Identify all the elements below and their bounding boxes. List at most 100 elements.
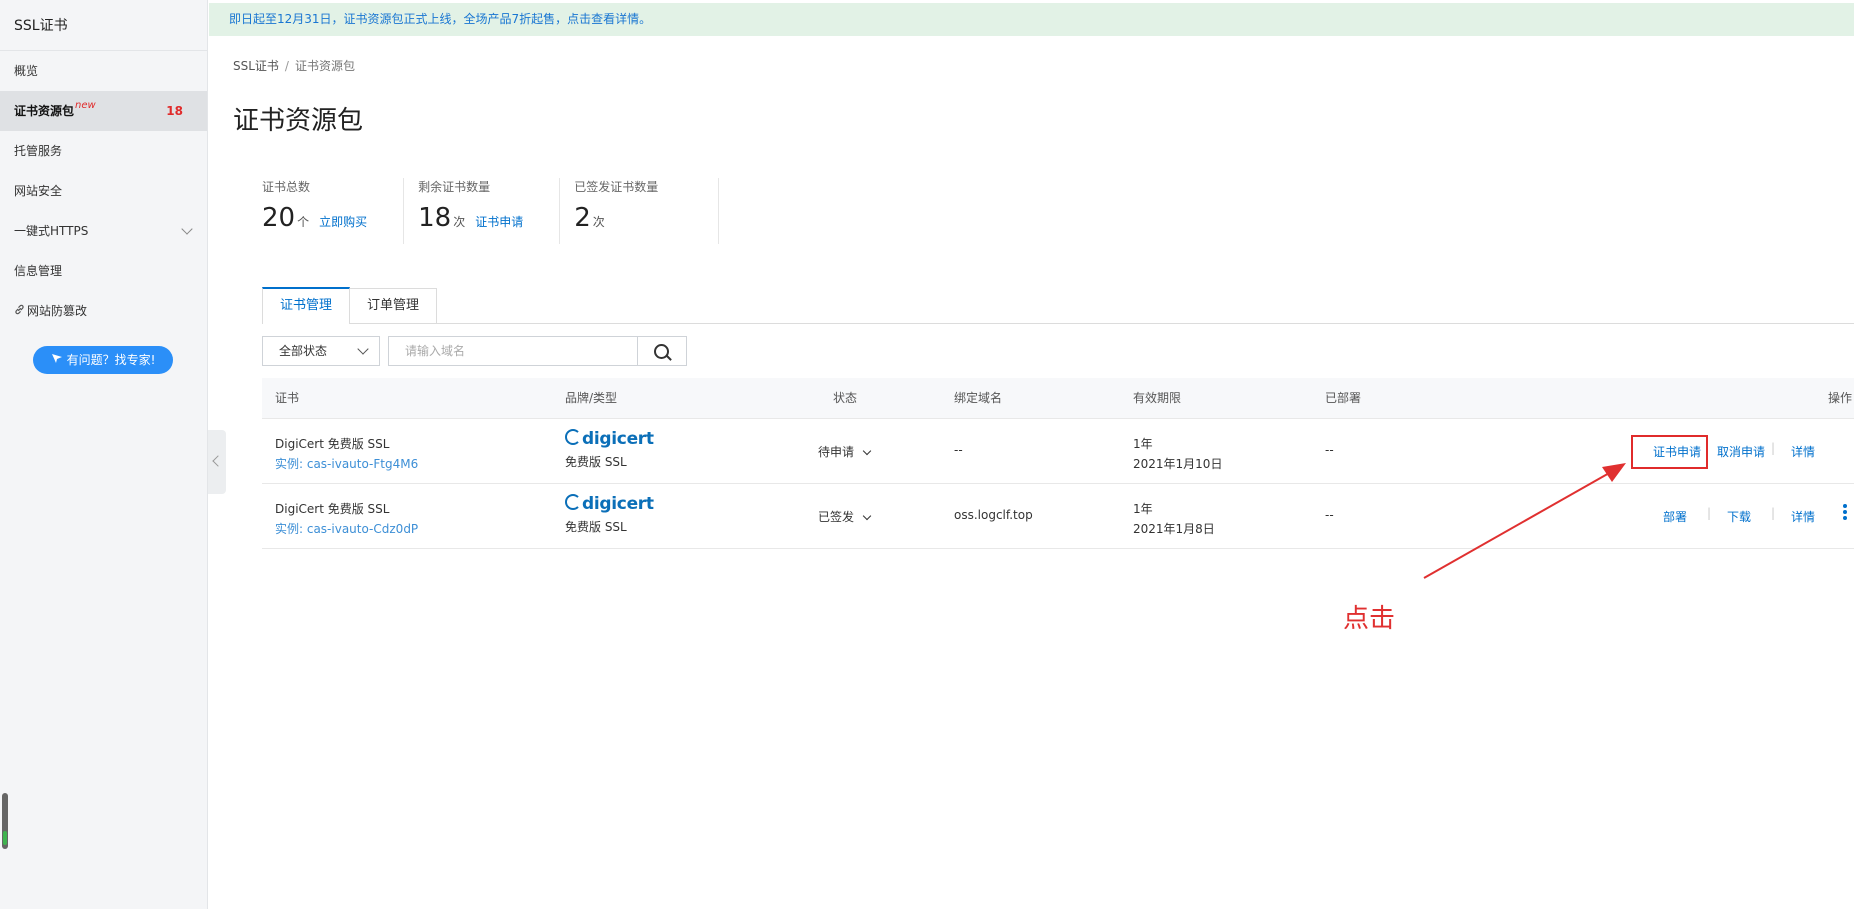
domain-search-input[interactable] (388, 336, 638, 366)
sidebar-item-label: 网站防篡改 (27, 304, 88, 318)
sidebar-item-anti-tamper[interactable]: 网站防篡改 (0, 291, 207, 331)
sidebar-item-label: 信息管理 (14, 264, 63, 278)
sidebar-item-hosting[interactable]: 托管服务 (0, 131, 207, 171)
cert-instance-link[interactable]: 实例: cas-ivauto-Ftg4M6 (275, 455, 418, 472)
column-header: 操作 (1828, 391, 1853, 405)
announcement-banner[interactable]: 即日起至12月31日，证书资源包正式上线，全场产品7折起售，点击查看详情。 (209, 3, 1854, 36)
column-header: 已部署 (1325, 391, 1362, 405)
deploy-button[interactable]: 部署 (1663, 508, 1687, 525)
sidebar-item-label: 托管服务 (14, 144, 63, 158)
announcement-text: 即日起至12月31日，证书资源包正式上线，全场产品7折起售，点击查看详情。 (229, 12, 652, 26)
details-button[interactable]: 详情 (1791, 508, 1815, 525)
filter-bar: 全部状态 (262, 336, 687, 366)
digicert-logo-text: digicert (582, 494, 654, 514)
bound-domain: -- (954, 443, 963, 457)
sidebar-item-label: 一键式HTTPS (14, 224, 89, 238)
download-button[interactable]: 下载 (1727, 508, 1751, 525)
table-row: DigiCert 免费版 SSL 实例: cas-ivauto-Cdz0dP d… (262, 484, 1854, 549)
stat-value: 18 (418, 203, 452, 233)
validity-period: 1年 (1133, 502, 1153, 516)
breadcrumb: SSL证书 / 证书资源包 (233, 57, 355, 74)
tab-bar: 证书管理 订单管理 (262, 287, 1854, 324)
sidebar-item-overview[interactable]: 概览 (0, 51, 207, 91)
action-separator: | (1771, 506, 1776, 520)
breadcrumb-root[interactable]: SSL证书 (233, 59, 279, 73)
sidebar-item-label: 概览 (14, 64, 39, 78)
bound-domain: oss.logclf.top (954, 508, 1033, 522)
table-header: 证书 品牌/类型 状态 绑定域名 有效期限 已部署 操作 (262, 378, 1854, 419)
link-icon (14, 291, 25, 331)
digicert-logo: digicert (565, 429, 654, 449)
bird-icon (51, 346, 63, 374)
sidebar-item-label: 网站安全 (14, 184, 63, 198)
chevron-down-icon (862, 446, 872, 456)
deployed-value: -- (1325, 443, 1334, 457)
sidebar-item-cert-package[interactable]: 证书资源包new 18 (0, 91, 207, 131)
column-header: 有效期限 (1133, 391, 1182, 405)
cert-type: 免费版 SSL (565, 520, 627, 534)
column-header: 品牌/类型 (565, 391, 618, 405)
status-text: 待申请 (818, 445, 855, 459)
column-header: 状态 (833, 391, 858, 405)
status-dropdown[interactable]: 待申请 (818, 443, 872, 460)
digicert-ring-icon (565, 429, 581, 445)
ask-expert-button[interactable]: 有问题？找专家! (33, 346, 173, 374)
apply-cert-button[interactable]: 证书申请 (1653, 443, 1701, 460)
stat-label: 证书总数 (262, 180, 311, 194)
stat-value: 2 (574, 203, 591, 233)
search-icon (654, 344, 669, 359)
status-text: 已签发 (818, 510, 855, 524)
table-row: DigiCert 免费版 SSL 实例: cas-ivauto-Ftg4M6 d… (262, 419, 1854, 484)
tab-cert-management[interactable]: 证书管理 (262, 287, 351, 324)
chevron-down-icon (862, 511, 872, 521)
search-button[interactable] (638, 336, 687, 366)
stat-unit: 次 (592, 215, 605, 229)
action-separator: | (1707, 506, 1712, 520)
page-title: 证书资源包 (233, 106, 364, 136)
digicert-logo: digicert (565, 494, 654, 514)
stat-remaining: 剩余证书数量 18 次证书申请 (418, 178, 561, 244)
status-select[interactable]: 全部状态 (262, 336, 380, 366)
scroll-grip[interactable] (2, 793, 8, 849)
expiry-date: 2021年1月10日 (1133, 457, 1223, 471)
stat-issued: 已签发证书数量 2次 (574, 178, 720, 244)
sidebar-brand: SSL证书 (0, 0, 207, 51)
count-badge: 18 (166, 104, 183, 118)
chevron-down-icon (181, 223, 193, 235)
stat-label: 已签发证书数量 (574, 180, 659, 194)
validity-period: 1年 (1133, 437, 1153, 451)
stat-unit: 次 (453, 215, 466, 229)
stat-unit: 个 (297, 215, 310, 229)
annotation-label: 点击 (1343, 604, 1396, 634)
sidebar-item-info-management[interactable]: 信息管理 (0, 251, 207, 291)
status-dropdown[interactable]: 已签发 (818, 508, 872, 525)
breadcrumb-separator: / (284, 59, 289, 73)
sidebar-item-site-security[interactable]: 网站安全 (0, 171, 207, 211)
sidebar-collapse-toggle[interactable] (208, 430, 226, 494)
digicert-ring-icon (565, 494, 581, 510)
stat-total: 证书总数 20 个立即购买 (262, 178, 405, 244)
sidebar-item-one-click-https[interactable]: 一键式HTTPS (0, 211, 207, 251)
column-header: 绑定域名 (954, 391, 1003, 405)
sidebar-item-label: 证书资源包 (14, 104, 75, 118)
stat-label: 剩余证书数量 (418, 180, 491, 194)
apply-cert-link[interactable]: 证书申请 (475, 215, 523, 229)
cancel-application-button[interactable]: 取消申请 (1717, 443, 1765, 460)
column-header: 证书 (275, 391, 300, 405)
cert-name: DigiCert 免费版 SSL (275, 502, 390, 516)
ask-expert-label: 有问题？找专家! (66, 353, 156, 367)
sidebar-nav: 概览 证书资源包new 18 托管服务 网站安全 一键式HTTPS 信息管理 网… (0, 51, 207, 331)
details-button[interactable]: 详情 (1791, 443, 1815, 460)
stats-panel: 证书总数 20 个立即购买 剩余证书数量 18 次证书申请 已签发证书数量 2次 (262, 178, 733, 244)
buy-now-link[interactable]: 立即购买 (319, 215, 367, 229)
cert-type: 免费版 SSL (565, 455, 627, 469)
chevron-down-icon (357, 343, 369, 355)
cert-table: 证书 品牌/类型 状态 绑定域名 有效期限 已部署 操作 DigiCert 免费… (262, 378, 1854, 549)
expiry-date: 2021年1月8日 (1133, 522, 1215, 536)
tab-order-management[interactable]: 订单管理 (349, 288, 438, 323)
deployed-value: -- (1325, 508, 1334, 522)
cert-instance-link[interactable]: 实例: cas-ivauto-Cdz0dP (275, 520, 418, 537)
action-separator: | (1771, 441, 1776, 455)
sidebar: SSL证书 概览 证书资源包new 18 托管服务 网站安全 一键式HTTPS … (0, 0, 208, 909)
more-vertical-icon[interactable] (1843, 504, 1847, 522)
